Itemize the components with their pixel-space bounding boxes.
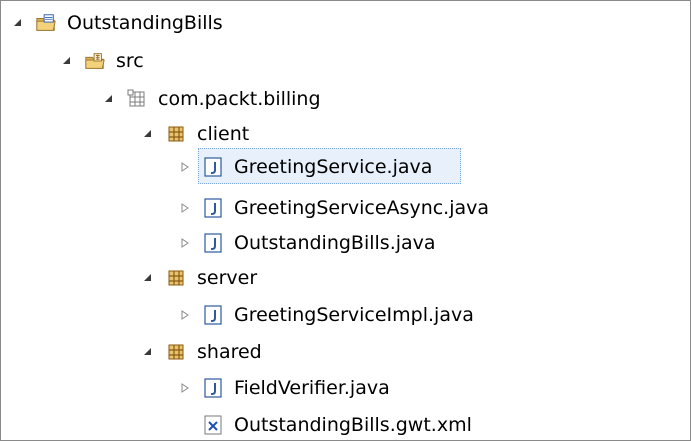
java-file-icon <box>202 232 224 254</box>
collapsed-arrow-icon[interactable] <box>178 236 192 250</box>
collapsed-arrow-icon[interactable] <box>178 308 192 322</box>
tree-item-label: FieldVerifier.java <box>234 377 390 399</box>
expanded-arrow-icon[interactable] <box>141 271 155 285</box>
tree-item-label: server <box>197 267 258 289</box>
tree-item-shared[interactable]: shared <box>141 335 262 369</box>
source-folder-icon <box>84 50 106 72</box>
package-icon <box>126 88 148 110</box>
tree-item-label: com.packt.billing <box>158 88 321 110</box>
collapsed-arrow-icon[interactable] <box>178 201 192 215</box>
java-file-icon <box>202 377 224 399</box>
tree-item-label: OutstandingBills <box>67 12 223 34</box>
project-tree: OutstandingBills src com.packt.billing c… <box>1 1 690 440</box>
tree-item-outstandingbills-gwt-xml[interactable]: OutstandingBills.gwt.xml <box>178 408 472 442</box>
expanded-arrow-icon[interactable] <box>102 92 116 106</box>
tree-item-label: GreetingServiceAsync.java <box>234 197 490 219</box>
package-icon <box>165 123 187 145</box>
tree-item-label: OutstandingBills.gwt.xml <box>234 414 472 436</box>
expanded-arrow-icon[interactable] <box>141 127 155 141</box>
tree-item-greetingserviceasync-java[interactable]: GreetingServiceAsync.java <box>178 191 489 225</box>
package-icon <box>165 341 187 363</box>
package-icon <box>165 267 187 289</box>
tree-item-server[interactable]: server <box>141 261 257 295</box>
xml-file-icon <box>202 414 224 436</box>
tree-item-com-packt-billing[interactable]: com.packt.billing <box>102 82 321 116</box>
tree-item-outstandingbills-java[interactable]: OutstandingBills.java <box>178 226 436 260</box>
java-file-icon <box>202 304 224 326</box>
expanded-arrow-icon[interactable] <box>60 54 74 68</box>
tree-item-label: shared <box>197 341 262 363</box>
tree-item-greetingserviceimpl-java[interactable]: GreetingServiceImpl.java <box>178 298 474 332</box>
tree-item-fieldverifier-java[interactable]: FieldVerifier.java <box>178 371 390 405</box>
tree-item-outstandingbills[interactable]: OutstandingBills <box>11 6 223 40</box>
tree-item-label: OutstandingBills.java <box>234 232 436 254</box>
expanded-arrow-icon[interactable] <box>11 16 25 30</box>
project-folder-icon <box>35 12 57 34</box>
expanded-arrow-icon[interactable] <box>141 345 155 359</box>
tree-item-src[interactable]: src <box>60 44 144 78</box>
package-explorer-panel: OutstandingBills src com.packt.billing c… <box>0 0 691 441</box>
tree-item-client[interactable]: client <box>141 117 249 151</box>
tree-item-label: GreetingService.java <box>234 156 433 178</box>
java-file-icon <box>202 156 224 178</box>
collapsed-arrow-icon[interactable] <box>178 381 192 395</box>
tree-item-label: client <box>197 123 250 145</box>
collapsed-arrow-icon[interactable] <box>178 160 192 174</box>
tree-item-label: GreetingServiceImpl.java <box>234 304 474 326</box>
tree-item-label: src <box>116 50 144 72</box>
tree-item-greetingservice-java[interactable]: GreetingService.java <box>178 150 432 184</box>
java-file-icon <box>202 197 224 219</box>
